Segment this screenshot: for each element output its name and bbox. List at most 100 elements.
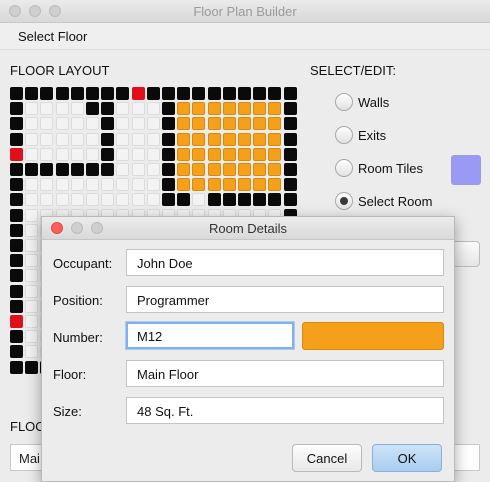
wall-tile[interactable] [55,163,69,176]
room-tile[interactable] [177,132,191,146]
wall-tile[interactable] [10,284,23,298]
wall-tile[interactable] [101,147,115,161]
occupant-field[interactable]: John Doe [126,249,444,276]
floor-tile[interactable] [25,193,39,207]
floor-tile[interactable] [25,147,39,161]
ok-button[interactable]: OK [372,444,442,472]
room-tile[interactable] [268,117,282,131]
wall-tile[interactable] [10,254,23,268]
floor-tile[interactable] [40,147,54,161]
wall-tile[interactable] [25,163,39,176]
floor-tile[interactable] [146,132,160,146]
exits-radio[interactable] [335,126,353,144]
room-tile[interactable] [253,147,267,161]
floor-tile[interactable] [25,102,39,116]
wall-tile[interactable] [146,87,160,100]
room-tile[interactable] [177,117,191,131]
room-tile[interactable] [192,163,206,176]
room-tile[interactable] [207,117,221,131]
floor-tile[interactable] [86,193,99,207]
floor-tile[interactable] [40,102,54,116]
wall-tile[interactable] [162,163,175,176]
floor-tile[interactable] [25,315,39,328]
wall-tile[interactable] [238,193,251,207]
room-tile[interactable] [177,147,191,161]
wall-tile[interactable] [70,87,84,100]
room-color-button[interactable] [302,322,444,350]
position-field[interactable]: Programmer [126,286,444,313]
room-tile[interactable] [238,117,251,131]
walls-radio-label[interactable]: Walls [358,95,389,110]
room-tile-color-swatch[interactable] [451,155,481,185]
wall-tile[interactable] [283,178,297,192]
wall-tile[interactable] [162,132,175,146]
floor-tile[interactable] [86,178,99,192]
wall-tile[interactable] [207,87,221,100]
wall-tile[interactable] [162,193,175,207]
floor-tile[interactable] [101,178,115,192]
floor-tile[interactable] [25,208,39,222]
room-tile[interactable] [207,178,221,192]
floor-tile[interactable] [25,345,39,359]
floor-tile[interactable] [25,178,39,192]
room-tile[interactable] [222,102,236,116]
wall-tile[interactable] [86,163,99,176]
floor-tile[interactable] [55,102,69,116]
room-tile[interactable] [268,178,282,192]
wall-tile[interactable] [70,163,84,176]
menu-select-floor[interactable]: Select Floor [18,29,87,44]
floor-tile[interactable] [25,223,39,237]
wall-tile[interactable] [10,117,23,131]
floor-tile[interactable] [116,163,130,176]
exit-tile[interactable] [131,87,145,100]
wall-tile[interactable] [162,117,175,131]
floor-tile[interactable] [55,117,69,131]
floor-tile[interactable] [131,178,145,192]
exits-radio-label[interactable]: Exits [358,128,386,143]
room-tile[interactable] [253,132,267,146]
walls-radio[interactable] [335,93,353,111]
room-tile[interactable] [222,178,236,192]
wall-tile[interactable] [283,147,297,161]
wall-tile[interactable] [283,87,297,100]
room-tile[interactable] [253,117,267,131]
wall-tile[interactable] [10,163,23,176]
select-room-radio-label[interactable]: Select Room [358,194,432,209]
wall-tile[interactable] [25,360,39,374]
floor-tile[interactable] [25,269,39,283]
floor-tile[interactable] [116,117,130,131]
wall-tile[interactable] [101,87,115,100]
wall-tile[interactable] [101,102,115,116]
room-tile[interactable] [207,163,221,176]
floor-tile[interactable] [25,284,39,298]
floor-tile[interactable] [192,193,206,207]
wall-tile[interactable] [55,87,69,100]
floor-tile[interactable] [146,102,160,116]
floor-tile[interactable] [70,147,84,161]
room-tiles-radio[interactable] [335,159,353,177]
floor-tile[interactable] [131,102,145,116]
wall-tile[interactable] [40,87,54,100]
wall-tile[interactable] [86,102,99,116]
room-tile[interactable] [222,132,236,146]
floor-tile[interactable] [116,147,130,161]
wall-tile[interactable] [222,193,236,207]
floor-tile[interactable] [146,117,160,131]
wall-tile[interactable] [10,193,23,207]
floor-tile[interactable] [25,254,39,268]
wall-tile[interactable] [283,163,297,176]
wall-tile[interactable] [101,117,115,131]
wall-tile[interactable] [268,193,282,207]
wall-tile[interactable] [222,87,236,100]
floor-tile[interactable] [55,147,69,161]
wall-tile[interactable] [40,163,54,176]
room-tile[interactable] [192,132,206,146]
room-tile[interactable] [177,178,191,192]
floor-tile[interactable] [40,132,54,146]
wall-tile[interactable] [116,87,130,100]
floor-tile[interactable] [40,117,54,131]
room-tiles-radio-label[interactable]: Room Tiles [358,161,423,176]
wall-tile[interactable] [10,330,23,344]
floor-tile[interactable] [86,147,99,161]
room-tile[interactable] [253,178,267,192]
